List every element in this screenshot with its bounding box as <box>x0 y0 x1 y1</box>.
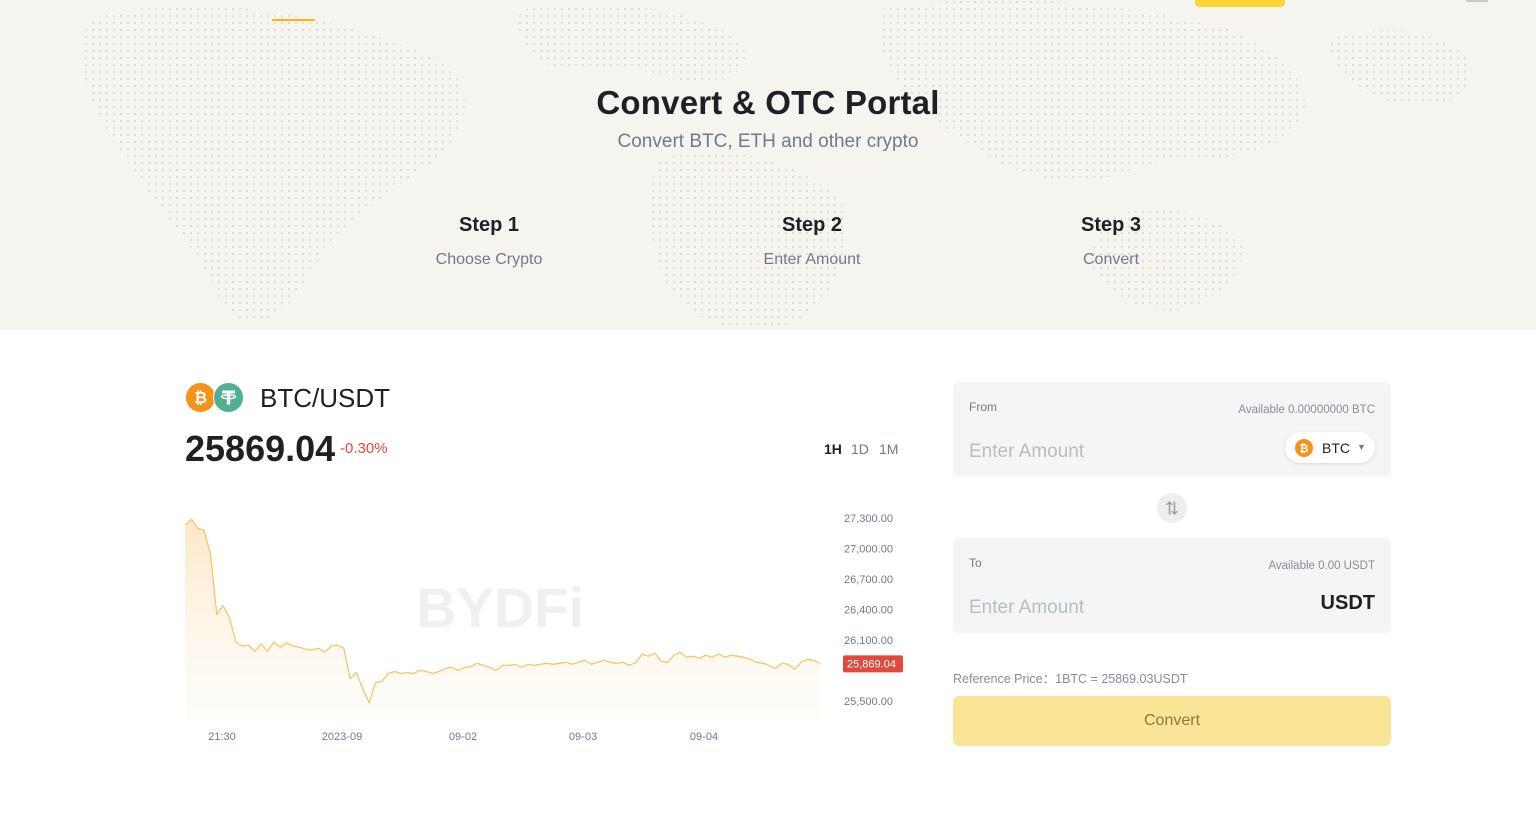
world-map-pattern <box>81 0 1472 330</box>
chart-watermark: BYDFi <box>416 576 584 639</box>
price-chart: BYDFi 27,300.00 27,000.00 26,700.00 26,400.… <box>184 513 903 743</box>
step-2: Step 2 Enter Amount <box>702 214 922 269</box>
usdt-coin-icon <box>213 382 244 413</box>
from-amount-input[interactable] <box>969 439 1229 465</box>
step-1: Step 1 Choose Crypto <box>379 214 599 269</box>
reference-price: Reference Price：1BTC = 25869.03USDT <box>953 672 1188 686</box>
tab-1m[interactable]: 1M <box>879 441 898 457</box>
x-tick-label: 09-02 <box>449 731 477 743</box>
x-tick-label: 09-04 <box>690 731 718 743</box>
current-price-label: 25,869.04 <box>847 658 896 670</box>
step-title: Step 1 <box>458 214 520 236</box>
from-coin-select[interactable]: ₿ BTC ▼ <box>1285 432 1375 463</box>
x-tick-label: 09-03 <box>569 731 597 743</box>
swap-arrows-icon <box>1166 501 1178 515</box>
nav-active-underline <box>272 19 315 21</box>
to-coin-label: USDT <box>1320 592 1375 614</box>
step-desc: Convert <box>1082 251 1140 268</box>
tab-1h[interactable]: 1H <box>824 441 842 457</box>
y-tick-label: 27,000.00 <box>844 544 893 556</box>
from-box: From Available 0.00000000 BTC ₿ BTC ▼ <box>953 382 1391 477</box>
nav-register-button[interactable] <box>1195 0 1285 7</box>
chevron-down-icon: ▼ <box>1357 442 1366 452</box>
svg-text:₿: ₿ <box>1300 443 1309 455</box>
hero-banner: Convert & OTC Portal Convert BTC, ETH an… <box>0 0 1536 330</box>
from-label: From <box>969 400 997 414</box>
tab-1d[interactable]: 1D <box>851 441 869 457</box>
pair-name: BTC/USDT <box>260 383 390 413</box>
from-coin-label: BTC <box>1322 440 1350 456</box>
btc-coin-icon: ₿ <box>1295 439 1313 457</box>
y-tick-label: 26,400.00 <box>844 605 893 617</box>
to-available: Available 0.00 USDT <box>1268 560 1375 572</box>
y-tick-label: 26,100.00 <box>844 635 893 647</box>
price-change: -0.30% <box>340 440 388 457</box>
y-tick-label: 25,500.00 <box>844 696 893 708</box>
x-tick-label: 2023-09 <box>322 731 362 743</box>
from-available: Available 0.00000000 BTC <box>1238 404 1375 416</box>
step-title: Step 3 <box>1080 214 1142 236</box>
current-price: 25869.04 <box>185 428 336 469</box>
svg-text:₿: ₿ <box>194 389 207 407</box>
page-subtitle: Convert BTC, ETH and other crypto <box>617 131 919 152</box>
step-desc: Enter Amount <box>763 251 861 268</box>
pair-icons: ₿ <box>185 382 245 413</box>
btc-coin-icon: ₿ <box>185 382 216 413</box>
y-tick-label: 26,700.00 <box>844 574 893 586</box>
page-title: Convert & OTC Portal <box>596 84 940 121</box>
x-tick-label: 21:30 <box>208 731 236 743</box>
y-tick-label: 27,300.00 <box>844 513 893 525</box>
to-label: To <box>969 556 982 570</box>
convert-button[interactable]: Convert <box>953 696 1391 746</box>
menu-icon[interactable] <box>1466 0 1488 2</box>
to-box: To Available 0.00 USDT USDT <box>953 538 1391 633</box>
step-3: Step 3 Convert <box>1001 214 1221 269</box>
swap-button[interactable] <box>1157 493 1187 523</box>
step-desc: Choose Crypto <box>435 251 543 268</box>
to-amount-input[interactable] <box>969 595 1229 621</box>
step-title: Step 2 <box>781 214 843 236</box>
